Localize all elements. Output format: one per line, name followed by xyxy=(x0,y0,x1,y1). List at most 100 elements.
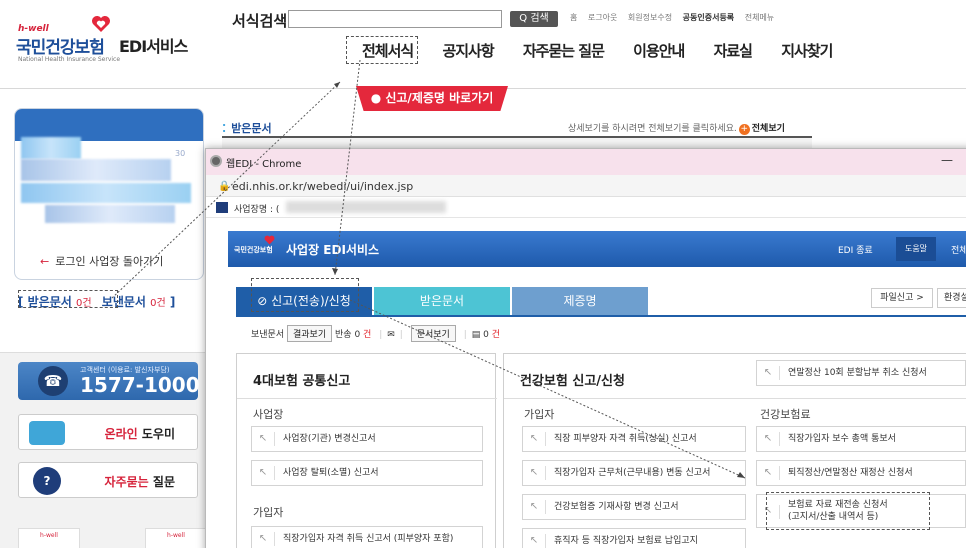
search-button[interactable]: Q 검색 xyxy=(510,11,558,27)
chrome-icon xyxy=(210,155,222,167)
help-button[interactable]: 도움말 xyxy=(896,237,936,261)
form-icon: ↖ xyxy=(763,367,773,378)
search-label: 서식검색 xyxy=(232,12,288,30)
nav-notices[interactable]: 공지사항 xyxy=(442,42,494,60)
form-icon: ↖ xyxy=(258,467,268,478)
form-item[interactable]: ↖ 직장가입자 자격 취득 신고서 (피부양자 포함) xyxy=(251,526,483,548)
form-item[interactable]: ↖ 휴직자 등 직장가입자 보험료 납입고지 xyxy=(522,528,746,548)
form-item[interactable]: ↖ 직장가입자 근무처(근무내용) 변동 신고서 xyxy=(522,460,746,486)
form-item[interactable]: ↖ 사업장(기관) 변경신고서 xyxy=(251,426,483,452)
mail-icon: ✉ xyxy=(387,330,395,340)
blurred-info xyxy=(21,183,191,203)
more-menu-button[interactable]: 전체 xyxy=(951,243,966,256)
view-all-link[interactable]: 전체보기 xyxy=(752,124,785,134)
doc-count: 0 xyxy=(483,330,489,340)
lock-icon: 🔒 xyxy=(218,181,231,192)
main-navigation: 전체서식 공지사항 자주묻는 질문 이용안내 자료실 지사찾기 xyxy=(362,40,856,61)
heart-logo-icon xyxy=(92,16,110,32)
panel-title: 4대보험 공통신고 xyxy=(253,374,351,389)
call-center-number: 1577-1000 xyxy=(80,373,200,397)
form-icon: ↖ xyxy=(529,535,539,546)
nav-guide[interactable]: 이용안내 xyxy=(633,42,685,60)
all-menu-link[interactable]: 전체메뉴 xyxy=(745,13,774,22)
resend-form-highlight xyxy=(766,492,930,530)
common-insurance-panel: 4대보험 공통신고 사업장 ↖ 사업장(기관) 변경신고서 ↖ 사업장 탈퇴(소멸)… xyxy=(236,353,497,548)
edit-profile-link[interactable]: 회원정보수정 xyxy=(628,13,672,22)
header-logo: 국민건강보험 xyxy=(234,246,273,254)
detail-hint: 상세보기를 하시려면 전체보기를 클릭하세요. + 전체보기 xyxy=(568,124,785,135)
nav-resources[interactable]: 자료실 xyxy=(714,42,753,60)
report-shortcut-banner[interactable]: ● 신고/제증명 바로가기 xyxy=(356,86,508,111)
search-input[interactable] xyxy=(288,10,502,28)
doc-view-button[interactable]: 문서보기 xyxy=(410,325,456,342)
phone-icon: ☎ xyxy=(38,366,68,396)
tab-certificates[interactable]: 제증명 xyxy=(512,287,648,315)
online-helper-button[interactable]: 온라인 도우미 xyxy=(18,414,198,450)
business-name-label: 사업장명 : ( xyxy=(234,205,280,215)
settings-button[interactable]: 환경설 xyxy=(937,288,966,308)
section-label: 사업장 xyxy=(253,408,284,421)
edi-exit-button[interactable]: EDI 종료 xyxy=(838,243,873,256)
form-icon: ↖ xyxy=(529,433,539,444)
footer-logo-1[interactable]: h-well xyxy=(18,528,80,548)
partial-digits: 30 xyxy=(175,149,186,158)
form-item[interactable]: ↖ 연말정산 10회 분할납부 취소 신청서 xyxy=(756,360,966,386)
section-label: 가입자 xyxy=(524,408,555,421)
inbox-highlight xyxy=(18,290,118,308)
faq-button[interactable]: ? 자주묻는 질문 xyxy=(18,462,198,498)
form-icon: ↖ xyxy=(258,433,268,444)
received-docs-heading: ⁚ 받은문서 xyxy=(222,122,272,135)
form-icon: ↖ xyxy=(763,467,773,478)
helper-icon xyxy=(29,421,65,445)
doc-icon: ▤ xyxy=(471,330,481,340)
utility-links: 홈 로그아웃 회원정보수정 공동인증서등록 전체메뉴 xyxy=(570,12,782,23)
plus-icon: + xyxy=(738,124,750,135)
home-link[interactable]: 홈 xyxy=(570,13,577,22)
blurred-info xyxy=(45,205,175,223)
outbox-count: 0건 xyxy=(150,298,166,309)
panel-divider xyxy=(237,398,497,399)
footer-logo-2[interactable]: h-well xyxy=(145,528,207,548)
screen: h-well 국민건강보험 National Health Insurance … xyxy=(0,0,966,548)
url-text: edi.nhis.or.kr/webedi/ui/index.jsp xyxy=(232,180,414,193)
question-icon: ? xyxy=(33,467,61,495)
result-view-button[interactable]: 결과보기 xyxy=(287,325,333,342)
nav-all-forms-highlight xyxy=(346,36,418,64)
minimize-button[interactable]: — xyxy=(941,153,953,167)
health-insurance-panel: 건강보험 신고/신청 ↖ 연말정산 10회 분할납부 취소 신청서 가입자 ↖ 직장… xyxy=(503,353,966,548)
return-count: 0 xyxy=(354,330,361,340)
file-report-button[interactable]: 파일신고 > xyxy=(871,288,933,308)
window-titlebar[interactable] xyxy=(206,149,966,175)
section-label: 건강보험료 xyxy=(760,408,811,421)
form-icon: ↖ xyxy=(529,501,539,512)
form-item[interactable]: ↖ 직장 피부양자 자격 취득(상실) 신고서 xyxy=(522,426,746,452)
webedi-popup-window: 웹EDI - Chrome — 🔒 edi.nhis.or.kr/webedi/… xyxy=(205,148,966,548)
window-title: 웹EDI - Chrome xyxy=(226,159,302,170)
blurred-info xyxy=(21,159,171,181)
logo-text[interactable]: 국민건강보험 xyxy=(16,33,105,58)
form-item[interactable]: ↖ 퇴직정산/연말정산 재정산 신청서 xyxy=(756,460,966,486)
form-item[interactable]: ↖ 직장가입자 보수 총액 통보서 xyxy=(756,426,966,452)
panel-divider xyxy=(504,398,966,399)
arrow-left-icon: ← xyxy=(40,255,50,268)
nav-branch-finder[interactable]: 지사찾기 xyxy=(781,42,833,60)
logout-link[interactable]: 로그아웃 xyxy=(588,13,617,22)
blurred-business-name xyxy=(286,201,446,213)
tab-received-docs[interactable]: 받은문서 xyxy=(374,287,510,315)
document-status-row: 보낸문서 결과보기 반송 0 건 | ✉ | 문서보기 | ▤ 0 건 xyxy=(251,325,500,342)
tab-report-highlight xyxy=(251,278,359,312)
form-item[interactable]: ↖ 건강보험증 기재사항 변경 신고서 xyxy=(522,494,746,520)
form-icon: ↖ xyxy=(258,533,268,544)
section-label: 가입자 xyxy=(253,506,284,519)
header-title: 사업장 EDI서비스 xyxy=(286,243,380,257)
heart-logo-icon xyxy=(264,235,275,245)
nav-faq[interactable]: 자주묻는 질문 xyxy=(523,42,605,60)
tab-underline xyxy=(236,315,966,317)
return-to-workplace-link[interactable]: ← 로그인 사업장 돌아가기 xyxy=(40,253,163,269)
panel-title: 건강보험 신고/신청 xyxy=(520,374,625,389)
cert-register-link[interactable]: 공동인증서등록 xyxy=(683,13,735,22)
edi-service-title: EDI서비스 xyxy=(119,37,188,56)
form-icon: ↖ xyxy=(763,433,773,444)
logo-english: National Health Insurance Service xyxy=(18,56,121,63)
form-item[interactable]: ↖ 사업장 탈퇴(소멸) 신고서 xyxy=(251,460,483,486)
